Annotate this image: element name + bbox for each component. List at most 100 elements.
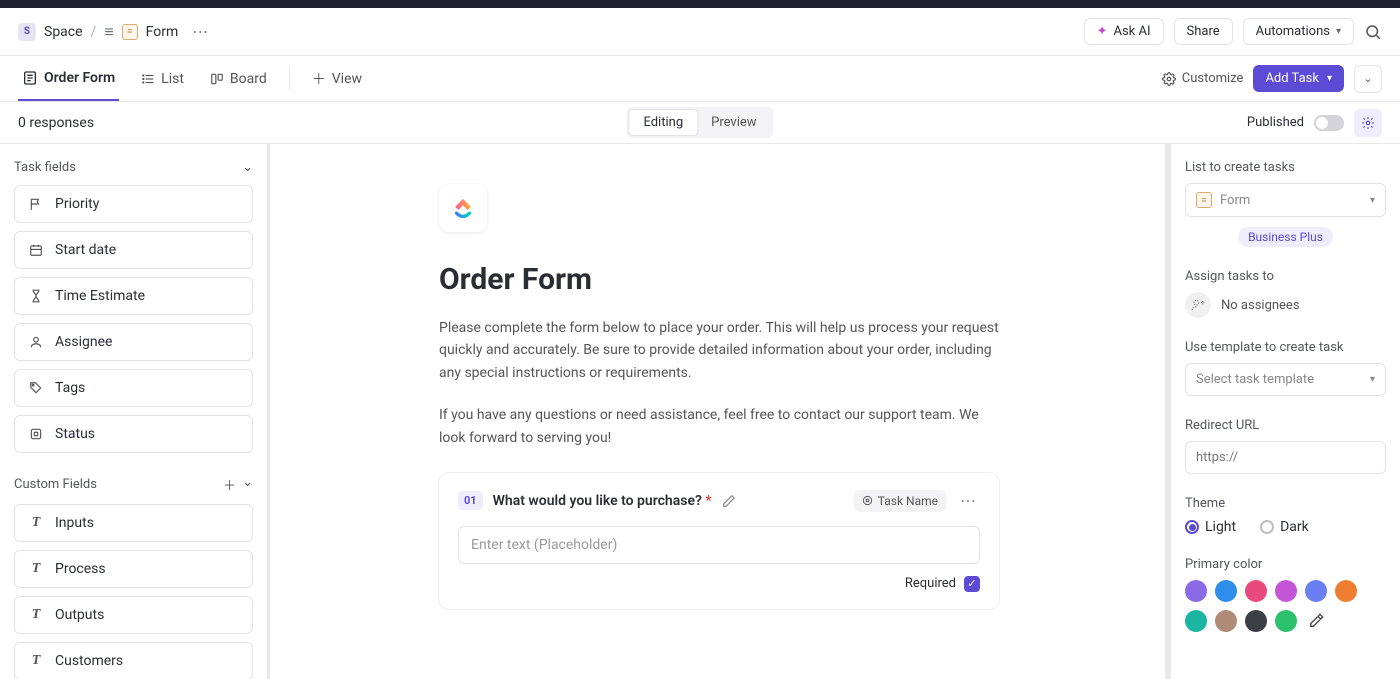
- field-item[interactable]: Status: [14, 415, 253, 453]
- tab-order-form[interactable]: Order Form: [18, 56, 119, 101]
- view-separator: [289, 68, 290, 90]
- form-settings-button[interactable]: [1354, 109, 1382, 137]
- field-label: Tags: [55, 380, 85, 396]
- more-button[interactable]: ⌄: [1354, 65, 1382, 93]
- form-description-1[interactable]: Please complete the form below to place …: [439, 317, 999, 384]
- responses-count[interactable]: 0 responses: [18, 112, 94, 134]
- question-card[interactable]: 01 What would you like to purchase? * Ta…: [439, 473, 999, 609]
- automations-button[interactable]: Automations ▾: [1243, 18, 1354, 45]
- color-swatch[interactable]: [1215, 610, 1237, 632]
- color-swatch[interactable]: [1215, 580, 1237, 602]
- user-icon: [27, 335, 45, 349]
- tab-list[interactable]: List: [137, 56, 188, 101]
- breadcrumb-space[interactable]: Space: [44, 24, 83, 40]
- field-item[interactable]: Priority: [14, 185, 253, 223]
- breadcrumb-more-icon[interactable]: ⋯: [186, 22, 208, 41]
- ask-ai-button[interactable]: ✦ Ask AI: [1084, 18, 1164, 45]
- mode-segmented: Editing Preview: [626, 107, 773, 138]
- form-description-2[interactable]: If you have any questions or need assist…: [439, 404, 999, 449]
- field-item[interactable]: TInputs: [14, 504, 253, 542]
- add-task-button[interactable]: Add Task ▾: [1253, 65, 1344, 92]
- chevron-down-icon[interactable]: ⌄: [242, 475, 253, 494]
- list-to-create-label: List to create tasks: [1185, 160, 1386, 175]
- list-select[interactable]: Form ▾: [1185, 183, 1386, 217]
- space-icon[interactable]: S: [18, 23, 36, 41]
- field-item[interactable]: Assignee: [14, 323, 253, 361]
- chevron-down-icon: ⌄: [1363, 72, 1372, 85]
- plus-icon[interactable]: ＋: [223, 475, 236, 494]
- field-type-label: Task Name: [878, 494, 938, 508]
- list-icon: ≡: [104, 22, 113, 42]
- list-view-icon: [141, 72, 155, 86]
- main-row: Task fields ⌄ Priority Start date Time Est…: [0, 144, 1400, 679]
- field-label: Inputs: [55, 515, 94, 531]
- required-star-icon: *: [705, 493, 711, 509]
- question-number: 01: [458, 491, 483, 510]
- tab-board-label: Board: [230, 71, 267, 87]
- assign-tasks-label: Assign tasks to: [1185, 269, 1386, 284]
- template-placeholder: Select task template: [1196, 372, 1314, 387]
- scrollbar[interactable]: [1165, 144, 1168, 679]
- business-plus-badge[interactable]: Business Plus: [1238, 227, 1333, 247]
- add-assignee-icon: [1185, 292, 1211, 318]
- app-topbar: [0, 0, 1400, 8]
- customize-button[interactable]: Customize: [1162, 71, 1244, 86]
- field-label: Customers: [55, 653, 123, 669]
- field-item[interactable]: Time Estimate: [14, 277, 253, 315]
- color-swatch[interactable]: [1275, 610, 1297, 632]
- color-swatch[interactable]: [1275, 580, 1297, 602]
- published-toggle[interactable]: [1314, 115, 1344, 131]
- field-item[interactable]: TCustomers: [14, 642, 253, 679]
- breadcrumb-form[interactable]: Form: [146, 24, 179, 40]
- task-name-icon: [862, 495, 873, 506]
- field-label: Process: [55, 561, 106, 577]
- theme-light-label: Light: [1205, 519, 1236, 535]
- tag-icon: [27, 381, 45, 395]
- assignee-picker[interactable]: No assignees: [1185, 292, 1386, 318]
- field-label: Time Estimate: [55, 288, 145, 304]
- add-view-label: View: [332, 71, 362, 87]
- color-swatch[interactable]: [1185, 610, 1207, 632]
- chevron-down-icon: ▾: [1370, 195, 1375, 206]
- question-label[interactable]: What would you like to purchase? *: [493, 493, 712, 509]
- required-checkbox[interactable]: ✓: [964, 576, 980, 592]
- add-view-button[interactable]: ＋ View: [308, 56, 366, 101]
- custom-fields-header[interactable]: Custom Fields ＋ ⌄: [14, 475, 253, 494]
- theme-light-radio[interactable]: Light: [1185, 519, 1236, 535]
- question-more-icon[interactable]: ⋯: [956, 491, 980, 510]
- chevron-down-icon: ▾: [1370, 374, 1375, 385]
- question-input[interactable]: [458, 526, 980, 564]
- form-doc-icon: [1196, 192, 1212, 208]
- seg-preview[interactable]: Preview: [697, 110, 770, 135]
- radio-icon: [1260, 520, 1274, 534]
- color-swatch[interactable]: [1185, 580, 1207, 602]
- template-select[interactable]: Select task template ▾: [1185, 363, 1386, 396]
- seg-editing[interactable]: Editing: [629, 110, 697, 135]
- eyedropper-icon[interactable]: [1305, 610, 1327, 632]
- field-item[interactable]: TOutputs: [14, 596, 253, 634]
- flag-icon: [27, 197, 45, 211]
- sparkle-icon: ✦: [1097, 24, 1108, 39]
- form-title[interactable]: Order Form: [439, 262, 999, 297]
- share-button[interactable]: Share: [1174, 18, 1233, 45]
- field-type-badge[interactable]: Task Name: [854, 490, 946, 512]
- color-swatch[interactable]: [1305, 580, 1327, 602]
- field-item[interactable]: TProcess: [14, 550, 253, 588]
- chevron-down-icon: ▾: [1327, 73, 1332, 84]
- chevron-down-icon[interactable]: ⌄: [242, 160, 253, 175]
- search-icon[interactable]: [1364, 23, 1382, 41]
- field-item[interactable]: Start date: [14, 231, 253, 269]
- task-fields-header[interactable]: Task fields ⌄: [14, 160, 253, 175]
- customize-label: Customize: [1182, 71, 1244, 86]
- redirect-url-input[interactable]: [1185, 441, 1386, 474]
- board-view-icon: [210, 72, 224, 86]
- color-swatch[interactable]: [1335, 580, 1357, 602]
- color-swatch[interactable]: [1245, 580, 1267, 602]
- text-icon: T: [27, 607, 45, 623]
- ask-ai-label: Ask AI: [1113, 24, 1150, 39]
- tab-board[interactable]: Board: [206, 56, 271, 101]
- theme-dark-radio[interactable]: Dark: [1260, 519, 1309, 535]
- field-item[interactable]: Tags: [14, 369, 253, 407]
- color-swatch[interactable]: [1245, 610, 1267, 632]
- pencil-icon[interactable]: [722, 494, 736, 508]
